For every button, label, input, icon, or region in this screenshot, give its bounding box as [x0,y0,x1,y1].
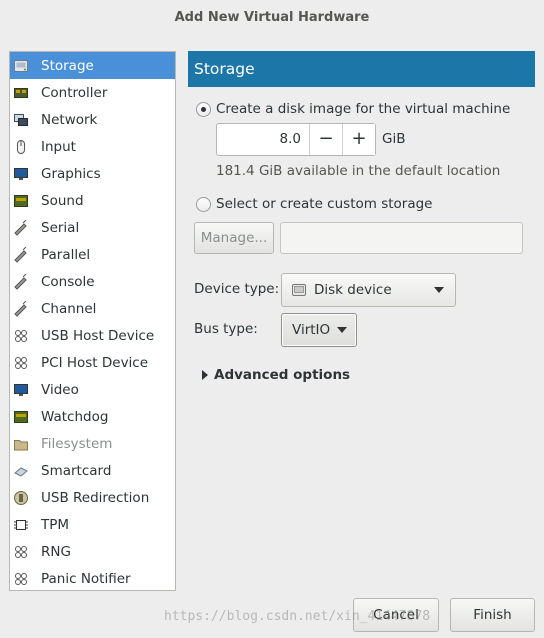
device-type-combo[interactable]: Disk device [281,273,456,307]
sidebar-item-video[interactable]: Video [10,376,175,403]
sidebar-item-graphics[interactable]: Graphics [10,160,175,187]
disk-size-spinner[interactable]: 8.0 − + [216,123,376,156]
sidebar-item-label: Video [41,381,79,398]
sidebar-item-storage[interactable]: Storage [10,52,175,79]
sidebar-item-serial[interactable]: Serial [10,214,175,241]
bus-type-value: VirtIO [292,322,331,338]
sidebar-item-console[interactable]: Console [10,268,175,295]
storage-path-input[interactable] [280,222,523,254]
sidebar-item-label: USB Host Device [41,327,155,344]
sidebar-item-label: Controller [41,84,108,101]
chevron-down-icon [337,327,347,333]
sidebar-item-label: PCI Host Device [41,354,149,371]
monitor-icon [13,382,29,398]
hardware-list: Storage Controller Network Input Graphics Sou… [9,51,176,591]
monitor-icon [13,166,29,182]
sidebar-item-label: Storage [41,57,94,74]
bus-type-label: Bus type: [194,321,258,337]
plug-icon [13,273,29,290]
available-space-text: 181.4 GiB available in the default locat… [216,163,501,179]
bus-type-combo[interactable]: VirtIO [281,313,357,347]
chevron-down-icon [434,287,444,293]
disk-size-input[interactable]: 8.0 [217,124,309,155]
mouse-icon [13,139,29,155]
create-disk-radio[interactable] [196,102,211,117]
smartcard-icon [13,463,29,479]
plug-icon [13,300,29,317]
device-type-value: Disk device [314,282,392,298]
usb-icon [13,544,29,560]
chip-icon [13,193,29,209]
sidebar-item-label: Input [41,138,76,155]
custom-storage-label[interactable]: Select or create custom storage [216,196,432,212]
sidebar-item-watchdog[interactable]: Watchdog [10,403,175,430]
tpm-chip-icon [13,517,29,533]
sidebar-item-label: Watchdog [41,408,109,425]
sidebar-item-panic-notifier[interactable]: Panic Notifier [10,565,175,592]
sidebar-item-label: USB Redirection [41,489,150,506]
sidebar-item-channel[interactable]: Channel [10,295,175,322]
usb-icon [13,328,29,344]
network-icon [13,112,29,128]
expander-arrow-icon[interactable] [202,370,208,380]
sidebar-item-input[interactable]: Input [10,133,175,160]
custom-storage-radio[interactable] [196,197,211,212]
usb-icon [13,571,29,587]
cancel-button[interactable]: Cancel [353,598,439,632]
sidebar-item-rng[interactable]: RNG [10,538,175,565]
dialog-title: Add New Virtual Hardware [174,10,370,25]
sidebar-item-parallel[interactable]: Parallel [10,241,175,268]
folder-icon [13,436,29,452]
sidebar-item-label: Console [41,273,95,290]
sidebar-item-label: Channel [41,300,97,317]
chip-icon [13,409,29,425]
sidebar-item-label: Parallel [41,246,91,263]
sidebar-item-filesystem[interactable]: Filesystem [10,430,175,457]
sidebar-item-smartcard[interactable]: Smartcard [10,457,175,484]
plug-icon [13,246,29,263]
increment-button[interactable]: + [342,124,375,155]
sidebar-item-label: Sound [41,192,84,209]
sidebar-item-controller[interactable]: Controller [10,79,175,106]
decrement-button[interactable]: − [309,124,342,155]
sidebar-item-label: Graphics [41,165,101,182]
sidebar-item-label: Serial [41,219,80,236]
sidebar-item-label: Smartcard [41,462,112,479]
usb-icon [13,355,29,371]
sidebar-item-label: TPM [41,516,70,533]
sidebar-item-label: Network [41,111,98,128]
size-unit-label: GiB [382,131,406,147]
sidebar-item-network[interactable]: Network [10,106,175,133]
plug-icon [13,219,29,236]
sidebar-item-usb-redirection[interactable]: USB Redirection [10,484,175,511]
create-disk-label[interactable]: Create a disk image for the virtual mach… [216,101,510,117]
device-type-label: Device type: [194,281,280,297]
sidebar-item-usb-host-device[interactable]: USB Host Device [10,322,175,349]
sidebar-item-label: Panic Notifier [41,570,131,587]
manage-button[interactable]: Manage... [194,222,274,254]
advanced-options-expander[interactable]: Advanced options [214,367,350,383]
usb-redirect-icon [13,490,29,506]
controller-icon [13,85,29,101]
storage-icon [13,58,29,74]
sidebar-item-sound[interactable]: Sound [10,187,175,214]
disk-icon [291,282,307,298]
finish-button[interactable]: Finish [450,598,535,632]
sidebar-item-label: RNG [41,543,71,560]
sidebar-item-label: Filesystem [41,435,113,452]
sidebar-item-tpm[interactable]: TPM [10,511,175,538]
sidebar-item-pci-host-device[interactable]: PCI Host Device [10,349,175,376]
panel-header: Storage [188,51,535,87]
